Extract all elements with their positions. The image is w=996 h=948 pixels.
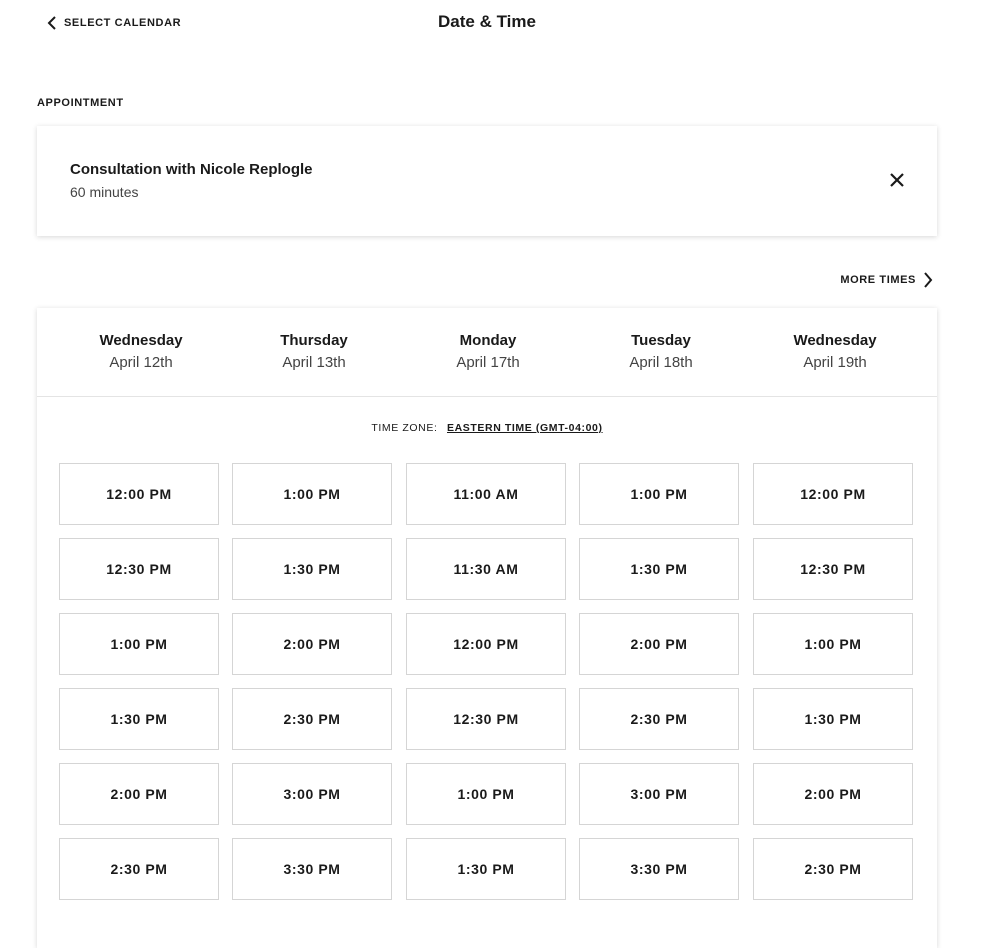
time-slot-button[interactable]: 1:30 PM bbox=[406, 838, 566, 900]
day-column-header: Tuesday April 18th bbox=[581, 330, 741, 374]
time-slot-button[interactable]: 12:00 PM bbox=[59, 463, 219, 525]
chevron-right-icon bbox=[924, 272, 933, 288]
availability-calendar: Wednesday April 12th Thursday April 13th Mon… bbox=[37, 308, 937, 948]
time-slot-button[interactable]: 12:00 PM bbox=[753, 463, 913, 525]
top-bar: SELECT CALENDAR Date & Time bbox=[0, 0, 996, 46]
appointment-card: Consultation with Nicole Replogle 60 min… bbox=[37, 126, 937, 236]
time-slot-button[interactable]: 12:30 PM bbox=[753, 538, 913, 600]
day-date: April 18th bbox=[629, 354, 693, 371]
time-slot-button[interactable]: 12:30 PM bbox=[406, 688, 566, 750]
time-slot-button[interactable]: 2:30 PM bbox=[753, 838, 913, 900]
appointment-duration: 60 minutes bbox=[70, 184, 139, 200]
close-icon bbox=[890, 173, 904, 187]
day-column-header: Wednesday April 19th bbox=[755, 330, 915, 374]
day-name: Thursday bbox=[280, 332, 348, 349]
day-column-header: Thursday April 13th bbox=[234, 330, 394, 374]
time-slot-button[interactable]: 12:00 PM bbox=[406, 613, 566, 675]
timezone-label: TIME ZONE: bbox=[371, 422, 438, 434]
day-header-row: Wednesday April 12th Thursday April 13th Mon… bbox=[37, 308, 937, 397]
time-slot-button[interactable]: 1:30 PM bbox=[579, 538, 739, 600]
time-slot-button[interactable]: 1:30 PM bbox=[59, 688, 219, 750]
appointment-name: Consultation with Nicole Replogle bbox=[70, 161, 313, 178]
time-slot-button[interactable]: 1:00 PM bbox=[232, 463, 392, 525]
time-slot-button[interactable]: 1:30 PM bbox=[753, 688, 913, 750]
day-date: April 12th bbox=[109, 354, 173, 371]
time-slot-button[interactable]: 11:30 AM bbox=[406, 538, 566, 600]
timezone-row: TIME ZONE: EASTERN TIME (GMT-04:00) bbox=[37, 422, 937, 434]
time-slot-button[interactable]: 3:30 PM bbox=[232, 838, 392, 900]
day-column-header: Wednesday April 12th bbox=[61, 330, 221, 374]
time-slot-button[interactable]: 1:30 PM bbox=[232, 538, 392, 600]
time-slot-button[interactable]: 3:30 PM bbox=[579, 838, 739, 900]
time-slot-button[interactable]: 3:00 PM bbox=[232, 763, 392, 825]
day-name: Tuesday bbox=[631, 332, 691, 349]
more-times-button[interactable]: MORE TIMES bbox=[840, 270, 933, 290]
time-slot-button[interactable]: 2:00 PM bbox=[753, 763, 913, 825]
time-slot-button[interactable]: 1:00 PM bbox=[579, 463, 739, 525]
time-slot-button[interactable]: 2:00 PM bbox=[59, 763, 219, 825]
time-slot-button[interactable]: 2:00 PM bbox=[232, 613, 392, 675]
day-date: April 17th bbox=[456, 354, 520, 371]
day-date: April 19th bbox=[803, 354, 867, 371]
time-slot-button[interactable]: 11:00 AM bbox=[406, 463, 566, 525]
day-name: Monday bbox=[459, 332, 517, 349]
remove-appointment-button[interactable] bbox=[887, 170, 907, 190]
time-slot-button[interactable]: 3:00 PM bbox=[579, 763, 739, 825]
time-slot-button[interactable]: 1:00 PM bbox=[753, 613, 913, 675]
time-slot-button[interactable]: 1:00 PM bbox=[59, 613, 219, 675]
time-slot-button[interactable]: 1:00 PM bbox=[406, 763, 566, 825]
time-slot-button[interactable]: 2:00 PM bbox=[579, 613, 739, 675]
time-slot-button[interactable]: 12:30 PM bbox=[59, 538, 219, 600]
more-times-label: MORE TIMES bbox=[840, 274, 916, 286]
time-slot-button[interactable]: 2:30 PM bbox=[232, 688, 392, 750]
appointment-section-label: APPOINTMENT bbox=[37, 97, 124, 109]
time-slot-button[interactable]: 2:30 PM bbox=[579, 688, 739, 750]
time-slot-button[interactable]: 2:30 PM bbox=[59, 838, 219, 900]
timezone-selector-link[interactable]: EASTERN TIME (GMT-04:00) bbox=[447, 422, 603, 434]
day-column-header: Monday April 17th bbox=[408, 330, 568, 374]
day-name: Wednesday bbox=[793, 332, 877, 349]
day-name: Wednesday bbox=[99, 332, 183, 349]
day-date: April 13th bbox=[282, 354, 346, 371]
page-title: Date & Time bbox=[438, 12, 536, 31]
